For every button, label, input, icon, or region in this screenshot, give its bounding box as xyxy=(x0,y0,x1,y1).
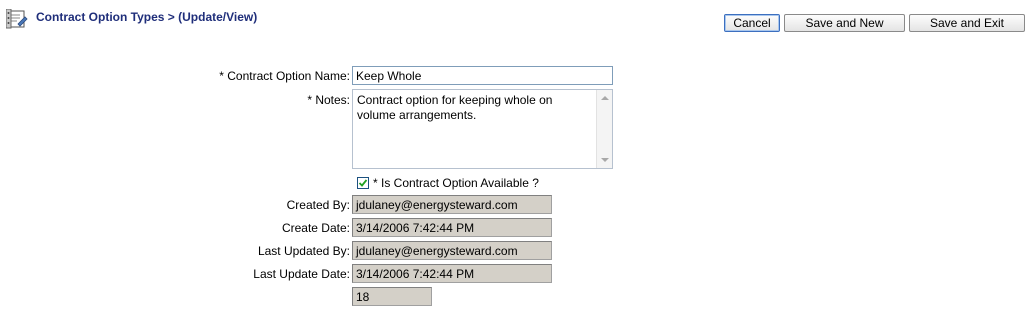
available-row: * Is Contract Option Available ? xyxy=(357,176,539,190)
notes-textarea[interactable]: Contract option for keeping whole on vol… xyxy=(352,89,613,169)
contract-option-name-input[interactable]: Keep Whole xyxy=(352,66,613,85)
last-updated-by-label: Last Updated By: xyxy=(257,244,350,258)
save-and-new-button[interactable]: Save and New xyxy=(784,14,905,32)
notes-text: Contract option for keeping whole on vol… xyxy=(357,93,553,122)
contract-option-name-label: * Contract Option Name: xyxy=(219,69,350,83)
scroll-down-icon[interactable] xyxy=(601,158,609,162)
last-update-date-label: Last Update Date: xyxy=(253,267,350,281)
last-update-date-field: 3/14/2006 7:42:44 PM xyxy=(352,264,552,283)
notes-label: * Notes: xyxy=(307,93,350,107)
save-and-exit-button[interactable]: Save and Exit xyxy=(909,14,1025,32)
last-updated-by-field: jdulaney@energysteward.com xyxy=(352,241,552,260)
cancel-button[interactable]: Cancel xyxy=(724,14,780,32)
create-date-label: Create Date: xyxy=(281,221,350,235)
created-by-label: Created By: xyxy=(286,198,350,212)
notes-scrollbar[interactable] xyxy=(596,90,612,168)
created-by-field: jdulaney@energysteward.com xyxy=(352,195,552,214)
record-id-field: 18 xyxy=(352,287,432,306)
available-label: * Is Contract Option Available ? xyxy=(373,176,539,190)
page-header: Contract Option Types > (Update/View) xyxy=(6,9,257,29)
page-title: Contract Option Types > (Update/View) xyxy=(36,10,258,24)
scroll-up-icon[interactable] xyxy=(601,96,609,100)
create-date-field: 3/14/2006 7:42:44 PM xyxy=(352,218,552,237)
document-edit-icon xyxy=(6,9,28,29)
available-checkbox[interactable] xyxy=(357,177,369,189)
checkmark-icon xyxy=(358,179,368,187)
